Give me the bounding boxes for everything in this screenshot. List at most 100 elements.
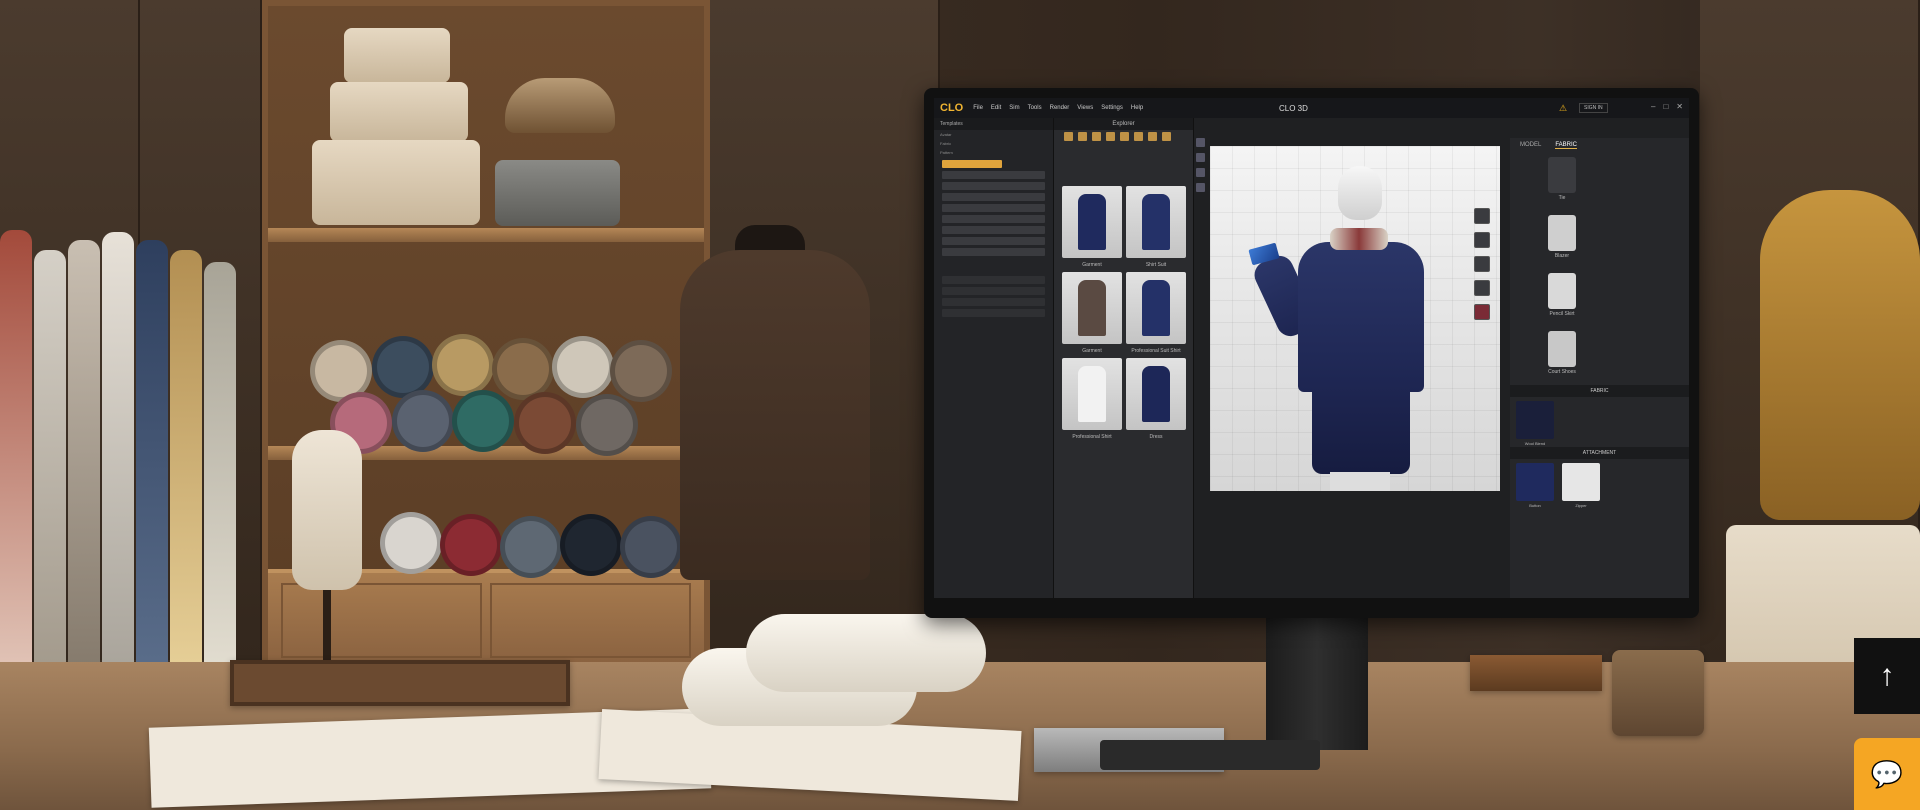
- tool-icon[interactable]: [1120, 132, 1129, 141]
- property-row[interactable]: [942, 237, 1045, 245]
- fabric-bolt: [204, 262, 236, 670]
- garment-card[interactable]: Dress: [1126, 358, 1186, 440]
- slider-row[interactable]: [942, 276, 1045, 284]
- viewport-tool-icon[interactable]: [1196, 138, 1205, 147]
- slider-row[interactable]: [942, 298, 1045, 306]
- menu-item[interactable]: Edit: [991, 105, 1001, 111]
- property-row[interactable]: [942, 193, 1045, 201]
- menu-item[interactable]: File: [973, 105, 983, 111]
- tool-icon[interactable]: [1078, 132, 1087, 141]
- hat-box: [344, 28, 450, 83]
- side-tool-button[interactable]: [1474, 208, 1490, 224]
- property-row[interactable]: [942, 182, 1045, 190]
- swatch-label: Button: [1529, 503, 1541, 508]
- chat-button[interactable]: 💬: [1854, 738, 1920, 810]
- side-tool-button[interactable]: [1474, 304, 1490, 320]
- viewport-tool-icon[interactable]: [1196, 183, 1205, 192]
- garment-label: Shirt Suit: [1145, 262, 1167, 268]
- property-row[interactable]: [942, 171, 1045, 179]
- garment-card[interactable]: Shirt Suit: [1126, 186, 1186, 268]
- tool-icon[interactable]: [1134, 132, 1143, 141]
- tool-icon[interactable]: [1064, 132, 1073, 141]
- menu-item[interactable]: Sim: [1009, 105, 1019, 111]
- menu-item[interactable]: Views: [1077, 105, 1093, 111]
- menu-item[interactable]: Render: [1050, 105, 1070, 111]
- tool-icon[interactable]: [1106, 132, 1115, 141]
- hat-box: [312, 140, 480, 225]
- swatch-zipper[interactable]: [1562, 463, 1600, 501]
- menu-item[interactable]: Tools: [1028, 105, 1042, 111]
- avatar-jacket[interactable]: [1298, 242, 1424, 392]
- viewport-tool-icon[interactable]: [1196, 168, 1205, 177]
- viewport-tool-icon[interactable]: [1196, 153, 1205, 162]
- cabinet-door: [490, 583, 691, 658]
- property-row[interactable]: [942, 248, 1045, 256]
- library-item[interactable]: Blazer: [1510, 211, 1689, 269]
- close-icon[interactable]: ✕: [1676, 102, 1683, 111]
- maximize-icon[interactable]: □: [1663, 102, 1668, 111]
- garment-grid: Garment Shirt Suit Garment Professional …: [1062, 186, 1188, 440]
- fabric-roll: [552, 336, 614, 398]
- garment-card[interactable]: Professional Suit Shirt: [1126, 272, 1186, 354]
- garment-thumbnail: [1078, 280, 1106, 336]
- slider-row[interactable]: [942, 287, 1045, 295]
- 3d-viewport[interactable]: [1210, 146, 1500, 491]
- swatch-button[interactable]: [1516, 463, 1554, 501]
- fabric-bolt: [34, 250, 66, 670]
- menu-item[interactable]: Help: [1131, 105, 1143, 111]
- library-item-label: Court Shoes: [1548, 369, 1576, 375]
- garment-card[interactable]: Garment: [1062, 186, 1122, 268]
- garment-thumbnail: [1142, 366, 1170, 422]
- side-tool-button[interactable]: [1474, 232, 1490, 248]
- sign-in-button[interactable]: SIGN IN: [1579, 103, 1608, 113]
- library-item[interactable]: Tie: [1510, 153, 1689, 211]
- shelf-board: [268, 228, 704, 242]
- wooden-bowl: [1612, 650, 1704, 736]
- fabric-item[interactable]: Wool Blend: [1510, 397, 1689, 447]
- garment-thumbnail: [1078, 194, 1106, 250]
- side-tool-button[interactable]: [1474, 256, 1490, 272]
- tab-fabric[interactable]: FABRIC: [1555, 142, 1578, 149]
- garment-card[interactable]: Garment: [1062, 272, 1122, 354]
- warning-icon[interactable]: ⚠: [1559, 103, 1569, 113]
- fabric-roll: [514, 392, 576, 454]
- tool-icon[interactable]: [1162, 132, 1171, 141]
- menu-item[interactable]: Settings: [1101, 105, 1123, 111]
- dress-form-stand: [323, 590, 331, 660]
- panel-header[interactable]: Templates: [934, 118, 1053, 130]
- tool-icon[interactable]: [1092, 132, 1101, 141]
- fabric-roll: [560, 514, 622, 576]
- property-row[interactable]: [942, 226, 1045, 234]
- paper-roll: [746, 614, 986, 692]
- minimize-icon[interactable]: –: [1651, 102, 1655, 111]
- side-tool-button[interactable]: [1474, 280, 1490, 296]
- dress-form: [292, 430, 362, 590]
- avatar-scarf[interactable]: [1330, 228, 1388, 250]
- fabric-roll: [500, 516, 562, 578]
- garment-card[interactable]: Professional Shirt: [1062, 358, 1122, 440]
- monitor-base: [1100, 740, 1320, 770]
- attach-section-header: ATTACHMENT: [1510, 447, 1689, 459]
- panel-item[interactable]: Avatar: [934, 130, 1053, 139]
- panel-item[interactable]: Fabric: [934, 139, 1053, 148]
- avatar-skirt[interactable]: [1312, 384, 1410, 474]
- garment-thumbnail: [1142, 280, 1170, 336]
- swatch-label: Zipper: [1575, 503, 1587, 508]
- viewport-side-tools: [1474, 208, 1490, 320]
- fabric-bolt: [170, 250, 202, 670]
- window-controls: – □ ✕: [1651, 102, 1683, 111]
- slider-row[interactable]: [942, 309, 1045, 317]
- tin-box: [495, 160, 620, 226]
- tab-model[interactable]: MODEL: [1520, 142, 1541, 149]
- window-title: CLO 3D: [1279, 104, 1308, 113]
- library-item[interactable]: Court Shoes: [1510, 327, 1689, 385]
- swatch-row: Button Zipper: [1510, 459, 1689, 515]
- tool-icon[interactable]: [1148, 132, 1157, 141]
- property-row[interactable]: [942, 215, 1045, 223]
- panel-item[interactable]: Pattern: [934, 148, 1053, 157]
- scroll-top-button[interactable]: ↑: [1854, 638, 1920, 714]
- library-item[interactable]: Pencil Skirt: [1510, 269, 1689, 327]
- property-row[interactable]: [942, 204, 1045, 212]
- library-item-label: Blazer: [1554, 253, 1570, 259]
- garment-label: Garment: [1082, 262, 1102, 268]
